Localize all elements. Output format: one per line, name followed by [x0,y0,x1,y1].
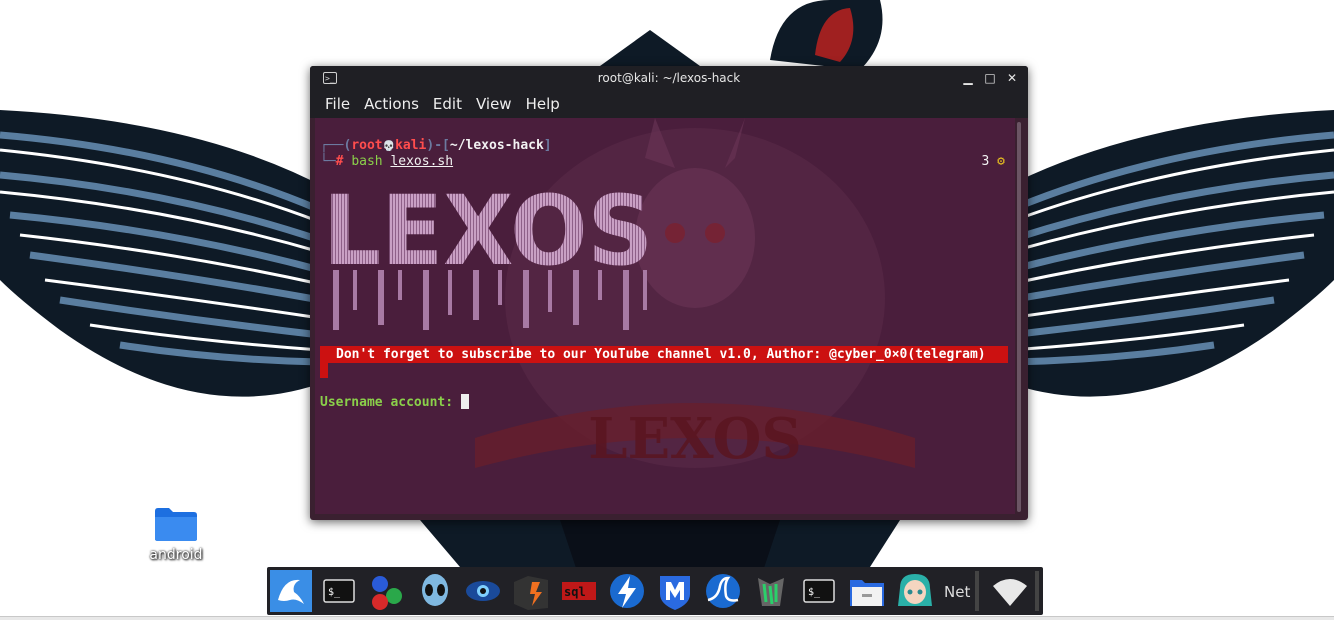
menu-edit[interactable]: Edit [426,92,469,113]
taskbar-separator [975,571,979,611]
metasploit-icon[interactable] [654,570,696,612]
text-cursor [460,394,469,409]
eye-icon[interactable] [462,570,504,612]
terminal-window[interactable]: >_ root@kali: ~/lexos-hack ▁ □ ✕ File Act… [310,66,1028,520]
desktop-icon-android[interactable]: android [140,505,212,563]
prompt-line-2: └─# bash lexos.sh [320,154,454,169]
menu-help[interactable]: Help [519,92,567,113]
terminal-output[interactable]: LEXOS ┌──(root💀kali)-[~/lexos-hack] └─# … [315,118,1015,514]
alien-icon[interactable] [414,570,456,612]
gear-icon: ⚙ [997,154,1005,169]
desktop-icon-label: android [149,547,203,563]
svg-text:$_: $_ [328,587,341,598]
wireshark-icon[interactable] [702,570,744,612]
terminal-icon[interactable]: $_ [318,570,360,612]
window-titlebar[interactable]: >_ root@kali: ~/lexos-hack ▁ □ ✕ [310,66,1028,92]
kali-dragon-icon[interactable] [270,570,312,612]
wifi-icon[interactable] [989,570,1031,612]
ascii-logo: LEXOS [323,184,653,330]
anime-avatar-icon[interactable] [894,570,936,612]
svg-text:$_: $_ [808,587,821,598]
zap-icon[interactable] [606,570,648,612]
taskbar-separator-2 [1035,571,1039,611]
app-circles-icon[interactable] [366,570,408,612]
beef-icon[interactable] [750,570,792,612]
prompt-line-1: ┌──(root💀kali)-[~/lexos-hack] [320,138,552,153]
username-prompt[interactable]: Username account: [320,394,469,410]
menu-file[interactable]: File [318,92,357,113]
banner-tail [320,363,328,378]
background-jobs-indicator: 3 ⚙ [981,154,1005,169]
menu-view[interactable]: View [469,92,519,113]
maximize-button[interactable]: □ [981,69,999,87]
menu-bar: File Actions Edit View Help [310,92,1028,118]
burp-icon[interactable] [510,570,552,612]
window-title: root@kali: ~/lexos-hack [597,71,741,85]
folder-icon [155,508,197,541]
taskbar: $_ sql $_ Net [267,567,1043,615]
close-button[interactable]: ✕ [1003,69,1021,87]
file-manager-icon[interactable] [846,570,888,612]
subscribe-banner: Don't forget to subscribe to our YouTube… [320,346,1008,363]
svg-text:sql: sql [564,585,586,599]
desktop-bottom-edge [0,616,1334,620]
terminal-scrollbar[interactable] [1017,122,1021,512]
sqlmap-icon[interactable]: sql [558,570,600,612]
network-label[interactable]: Net [944,583,970,601]
minimize-button[interactable]: ▁ [959,69,977,87]
ascii-logo-text: LEXOS [323,184,653,287]
terminal-icon-2[interactable]: $_ [798,570,840,612]
svg-text:LEXOS: LEXOS [588,406,802,472]
menu-actions[interactable]: Actions [357,92,426,113]
